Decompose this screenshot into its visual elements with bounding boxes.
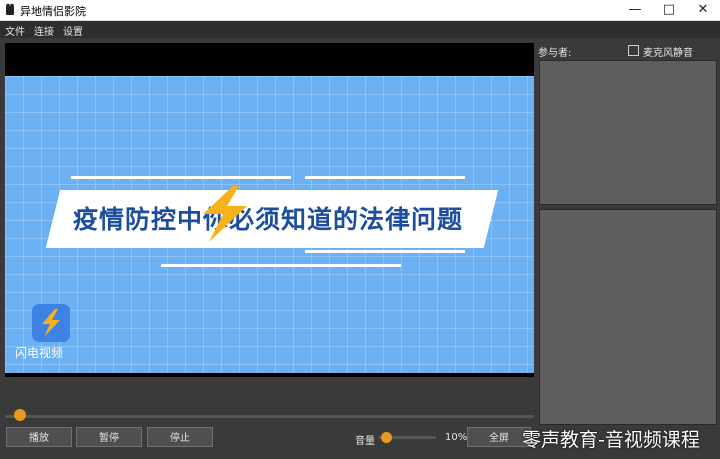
channel-logo bbox=[32, 304, 70, 342]
volume-percent: 10% bbox=[445, 432, 468, 443]
lightning-icon bbox=[203, 186, 247, 242]
lightning-logo-icon bbox=[42, 309, 60, 337]
menu-file[interactable]: 文件 bbox=[5, 23, 25, 38]
stop-button[interactable]: 停止 bbox=[147, 427, 213, 447]
window-title: 异地情侣影院 bbox=[20, 5, 86, 18]
title-bar: 异地情侣影院 — □ ✕ bbox=[0, 0, 720, 21]
participant-panel-top bbox=[539, 60, 717, 205]
participant-panel-bottom bbox=[539, 209, 717, 425]
volume-handle[interactable] bbox=[381, 432, 392, 443]
decor-line bbox=[305, 250, 465, 253]
pause-button[interactable]: 暂停 bbox=[76, 427, 142, 447]
logo-caption: 闪电视频 bbox=[15, 346, 64, 360]
seek-bar[interactable] bbox=[5, 415, 534, 418]
mute-checkbox[interactable] bbox=[628, 45, 639, 56]
participants-label: 参与者: bbox=[538, 48, 572, 59]
watermark: 零声教育-音视频课程 bbox=[522, 429, 700, 451]
maximize-icon[interactable]: □ bbox=[652, 0, 686, 20]
seek-handle[interactable] bbox=[14, 409, 26, 421]
menu-connect[interactable]: 连接 bbox=[34, 23, 54, 38]
menu-bar: 文件 连接 设置 bbox=[0, 21, 720, 38]
decor-line bbox=[161, 264, 401, 267]
mute-label[interactable]: 麦克风静音 bbox=[643, 44, 693, 59]
volume-label: 音量 bbox=[355, 436, 375, 447]
close-icon[interactable]: ✕ bbox=[686, 0, 720, 20]
video-player[interactable]: 疫情防控中你必须知道的法律问题 闪电视频 bbox=[5, 43, 534, 377]
app-icon bbox=[6, 3, 14, 15]
play-button[interactable]: 播放 bbox=[6, 427, 72, 447]
minimize-icon[interactable]: — bbox=[618, 0, 652, 20]
menu-settings[interactable]: 设置 bbox=[63, 23, 83, 38]
decor-line bbox=[71, 176, 291, 179]
video-frame: 疫情防控中你必须知道的法律问题 闪电视频 bbox=[5, 76, 534, 373]
decor-line bbox=[305, 176, 465, 179]
video-headline: 疫情防控中你必须知道的法律问题 bbox=[73, 205, 464, 234]
